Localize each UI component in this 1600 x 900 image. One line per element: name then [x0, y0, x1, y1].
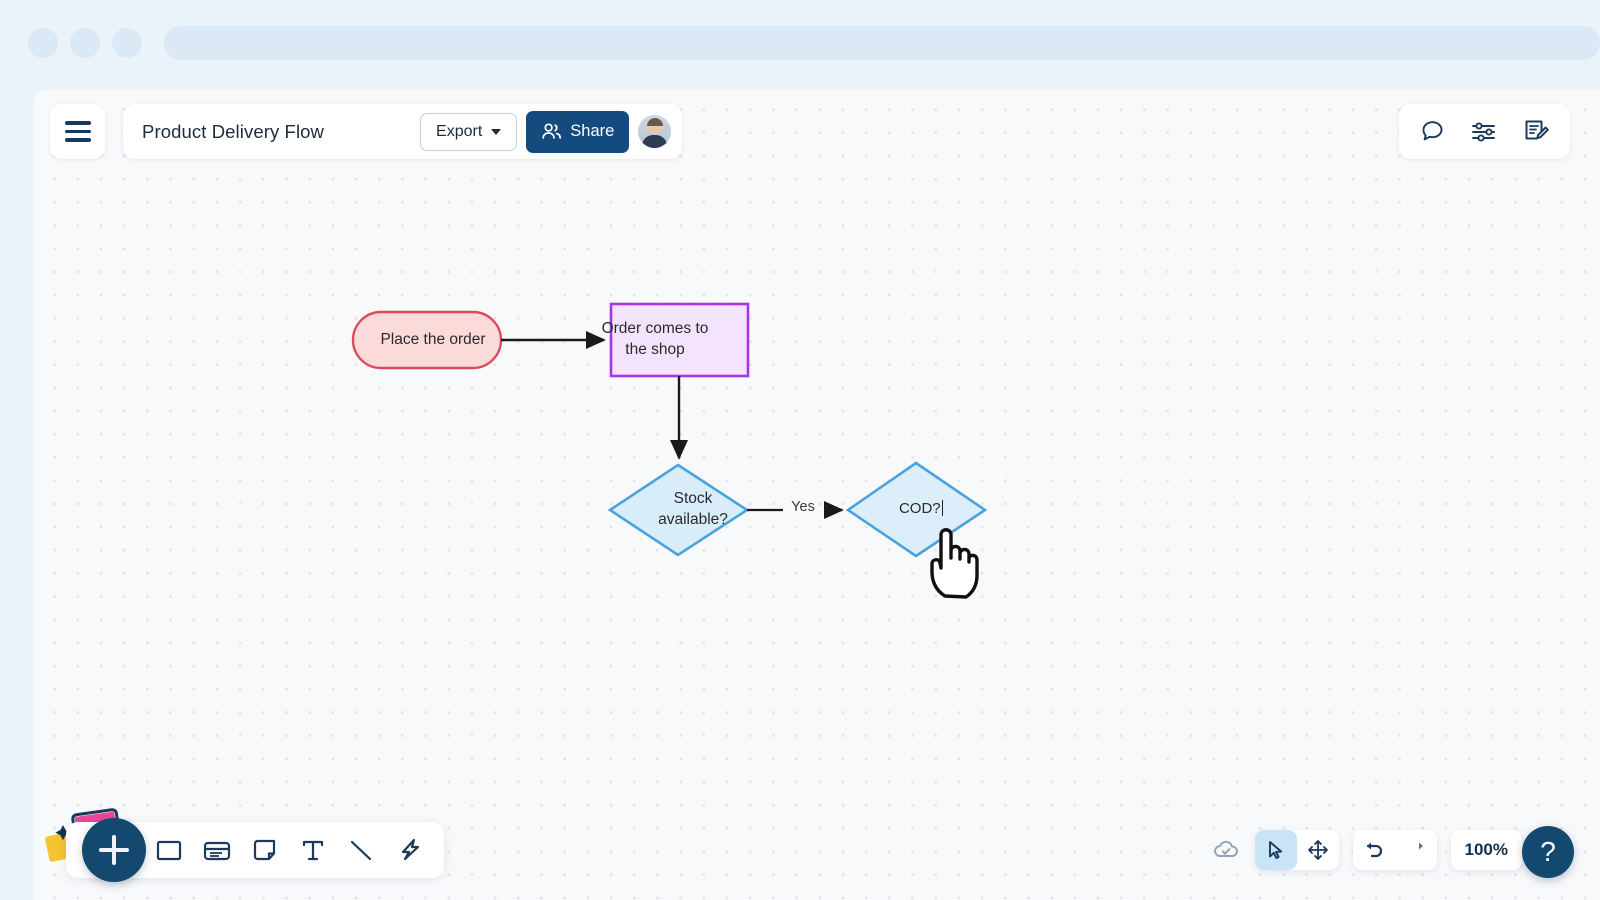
window-dot-1 [28, 28, 58, 58]
status-bar: 100% [1211, 830, 1568, 870]
menu-bar-1 [64, 121, 91, 125]
document-titlebar: Product Delivery Flow Export Share [123, 104, 683, 159]
share-label: Share [570, 122, 615, 140]
cursor-arrow-icon[interactable] [1254, 830, 1297, 870]
export-label: Export [436, 122, 483, 140]
node-order-shop [609, 302, 750, 378]
page-title[interactable]: Product Delivery Flow [142, 121, 420, 143]
comment-icon[interactable] [1419, 118, 1446, 145]
flowchart-graphic [351, 302, 988, 558]
hamburger-menu-icon[interactable] [50, 104, 105, 159]
history-tools-group [1352, 830, 1437, 870]
pointer-tools-group [1254, 830, 1339, 870]
edge-label-yes: Yes [791, 499, 815, 515]
share-button[interactable]: Share [526, 110, 630, 153]
zoom-level-label: 100% [1464, 840, 1508, 859]
browser-url-bar[interactable] [164, 26, 1600, 60]
move-arrows-icon[interactable] [1297, 830, 1339, 870]
undo-icon[interactable] [1353, 830, 1395, 870]
help-button[interactable]: ? [1522, 826, 1574, 878]
node-cod [845, 461, 988, 558]
add-shape-button[interactable] [82, 818, 146, 882]
pen-tool-icon[interactable] [394, 835, 424, 865]
window-dot-2 [70, 28, 100, 58]
zoom-level-control[interactable]: 100% [1450, 830, 1522, 870]
line-tool-icon[interactable] [346, 835, 376, 865]
menu-bar-2 [64, 129, 91, 134]
note-shape-icon[interactable] [250, 835, 280, 865]
text-tool-icon[interactable] [298, 835, 328, 865]
cloud-saved-icon[interactable] [1211, 835, 1241, 865]
rectangle-shape-icon[interactable] [154, 835, 184, 865]
chevron-down-icon [491, 128, 502, 135]
card-shape-icon[interactable] [202, 835, 232, 865]
node-stock-available [607, 463, 750, 557]
note-edit-icon[interactable] [1522, 118, 1550, 146]
node-place-order [351, 310, 503, 370]
redo-icon[interactable] [1395, 830, 1437, 870]
top-right-tool-panel [1399, 104, 1570, 159]
user-avatar[interactable] [638, 115, 672, 148]
people-icon [541, 121, 562, 142]
sliders-icon[interactable] [1470, 118, 1498, 146]
window-dot-3 [112, 28, 142, 58]
menu-bar-3 [64, 138, 91, 142]
browser-chrome [0, 0, 1600, 90]
diagram-canvas[interactable]: Place the order Order comes to the shop … [33, 90, 1600, 900]
export-button[interactable]: Export [420, 112, 518, 151]
